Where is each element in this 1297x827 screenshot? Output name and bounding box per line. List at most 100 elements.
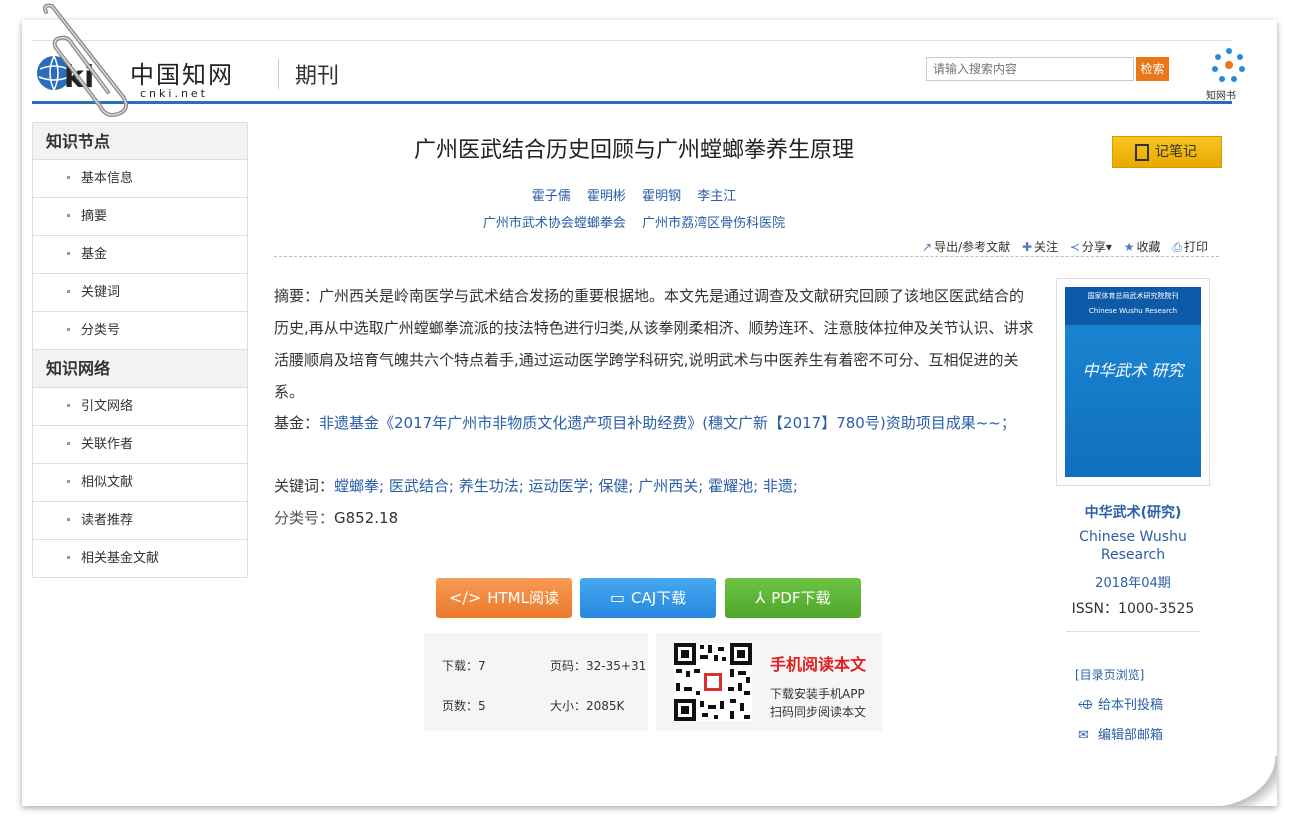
keyword-link[interactable]: 霍耀池; xyxy=(708,477,758,495)
author-link[interactable]: 霍子儒 xyxy=(532,189,571,204)
journal-cover-image: 国家体育总局武术研究院院刊 Chinese Wushu Research 中华武… xyxy=(1065,287,1201,477)
paperclip-icon xyxy=(42,3,128,117)
sidebar-item-class-number[interactable]: 分类号 xyxy=(32,312,248,350)
article-title: 广州医武结合历史回顾与广州螳螂拳养生原理 xyxy=(413,138,854,163)
keyword-link[interactable]: 广州西关; xyxy=(638,477,703,495)
code-icon: </> xyxy=(449,588,482,607)
downloads-label: 下载： xyxy=(442,659,479,673)
downloads-stat: 下载：7 xyxy=(442,657,486,674)
editor-mailbox-link[interactable]: ✉ 编辑部邮箱 xyxy=(1078,724,1163,743)
printer-icon: ⎙ xyxy=(1172,240,1182,254)
journal-issn: ISSN：1000-3525 xyxy=(1071,601,1195,617)
journal-cover[interactable]: 国家体育总局武术研究院院刊 Chinese Wushu Research 中华武… xyxy=(1056,278,1210,486)
cover-top-text: 国家体育总局武术研究院院刊 Chinese Wushu Research xyxy=(1065,287,1201,325)
class-value: G852.18 xyxy=(334,509,399,527)
author-list: 霍子儒 霍明彬 霍明钢 李主江 xyxy=(274,185,994,204)
cover-title: 中华武术 研究 xyxy=(1082,361,1184,380)
pdf-icon: ⅄ xyxy=(755,588,766,607)
journal-issue[interactable]: 2018年04期 xyxy=(1056,572,1210,591)
plus-icon: ✚ xyxy=(1021,240,1032,254)
author-link[interactable]: 霍明彬 xyxy=(587,189,626,204)
organization-link[interactable]: 广州市武术协会螳螂拳会 xyxy=(483,216,626,231)
sidebar-item-reader-recommend[interactable]: 读者推荐 xyxy=(32,502,248,540)
print-button[interactable]: ⎙ 打印 xyxy=(1172,240,1208,254)
sidebar-item-keywords[interactable]: 关键词 xyxy=(32,274,248,312)
send-icon: ⬲ xyxy=(1078,698,1093,713)
qr-code-icon[interactable] xyxy=(674,643,752,721)
file-size-label: 大小： xyxy=(550,699,587,713)
fund: 基金：非遗基金《2017年广州市非物质文化遗产项目补助经费》(穗文广新【2017… xyxy=(274,408,1036,438)
sidebar-item-citation-network[interactable]: 引文网络 xyxy=(32,388,248,426)
author-link[interactable]: 霍明钢 xyxy=(642,189,681,204)
share-icon: ≺ xyxy=(1069,240,1080,254)
sidebar-item-similar-docs[interactable]: 相似文献 xyxy=(32,464,248,502)
fund-label: 基金： xyxy=(274,414,320,432)
sidebar-group-knowledge-network: 知识网络 xyxy=(32,350,248,388)
class-number: 分类号：G852.18 xyxy=(274,504,398,532)
page-range-label: 页码： xyxy=(550,659,587,673)
page-range-value: 32-35+31 xyxy=(586,659,647,673)
pdf-download-label: PDF下载 xyxy=(771,589,831,607)
journal-name-english[interactable]: Chinese Wushu Research xyxy=(1064,528,1202,564)
page-count-value: 5 xyxy=(478,699,486,713)
export-label: 导出/参考文献 xyxy=(934,240,1011,254)
fund-link[interactable]: 非遗基金《2017年广州市非物质文化遗产项目补助经费》(穗文广新【2017】78… xyxy=(319,414,1016,432)
sidebar-item-abstract[interactable]: 摘要 xyxy=(32,198,248,236)
header-separator xyxy=(278,59,279,89)
downloads-value: 7 xyxy=(478,659,486,673)
favorite-button[interactable]: ★ 收藏 xyxy=(1124,240,1161,254)
mobile-read-line2: 扫码同步阅读本文 xyxy=(770,705,867,719)
html-read-button[interactable]: </> HTML阅读 xyxy=(436,578,572,618)
keyword-link[interactable]: 非遗; xyxy=(763,477,798,495)
follow-button[interactable]: ✚ 关注 xyxy=(1022,240,1058,254)
html-read-label: HTML阅读 xyxy=(487,589,559,607)
sidebar: 知识节点 基本信息 摘要 基金 关键词 分类号 知识网络 引文网络 关联作者 相… xyxy=(32,122,248,578)
sidebar-item-related-authors[interactable]: 关联作者 xyxy=(32,426,248,464)
section-title: 期刊 xyxy=(295,64,340,89)
toc-browse-link[interactable]: [目录页浏览] xyxy=(1075,666,1144,683)
submit-manuscript-link[interactable]: ⬲ 给本刊投稿 xyxy=(1078,694,1163,713)
file-size-stat: 大小：2085K xyxy=(550,697,624,714)
caj-download-label: CAJ下载 xyxy=(630,589,687,607)
editor-mailbox-label: 编辑部邮箱 xyxy=(1098,728,1164,743)
cover-top-line: 国家体育总局武术研究院院刊 xyxy=(1087,292,1179,300)
keyword-link[interactable]: 螳螂拳; xyxy=(334,477,384,495)
zhiwang-book-logo-icon[interactable]: 知网书 xyxy=(1204,41,1254,103)
divider xyxy=(274,256,1219,257)
keyword-link[interactable]: 保健; xyxy=(598,477,633,495)
keyword-link[interactable]: 养生功法; xyxy=(459,477,524,495)
caj-download-button[interactable]: ▭ CAJ下载 xyxy=(580,578,716,618)
book-icon: ▭ xyxy=(609,588,625,607)
keyword-link[interactable]: 运动医学; xyxy=(529,477,594,495)
search-button[interactable]: 检索 xyxy=(1136,57,1169,81)
share-button[interactable]: ≺ 分享▾ xyxy=(1070,240,1112,254)
follow-label: 关注 xyxy=(1034,240,1059,254)
article-actions: ↗ 导出/参考文献 ✚ 关注 ≺ 分享▾ ★ 收藏 ⎙ 打印 xyxy=(922,238,1216,255)
search-input[interactable] xyxy=(926,57,1134,81)
file-size-value: 2085K xyxy=(586,699,625,713)
organization-link[interactable]: 广州市荔湾区骨伤科医院 xyxy=(642,216,785,231)
cover-sub-line: Chinese Wushu Research xyxy=(1088,307,1178,315)
abstract-label: 摘要： xyxy=(274,287,320,305)
mobile-read-line1: 下载安装手机APP xyxy=(770,687,865,701)
sidebar-item-basic-info[interactable]: 基本信息 xyxy=(32,160,248,198)
submit-manuscript-label: 给本刊投稿 xyxy=(1098,698,1164,713)
keywords: 关键词：螳螂拳; 医武结合; 养生功法; 运动医学; 保健; 广州西关; 霍耀池… xyxy=(274,472,1036,500)
page-count-label: 页数： xyxy=(442,699,479,713)
favorite-label: 收藏 xyxy=(1136,240,1161,254)
sidebar-item-related-fund-docs[interactable]: 相关基金文献 xyxy=(32,540,248,578)
sidebar-item-fund[interactable]: 基金 xyxy=(32,236,248,274)
page-range-stat: 页码：32-35+31 xyxy=(550,657,646,674)
mail-icon: ✉ xyxy=(1078,728,1089,743)
header-underline xyxy=(32,101,1232,104)
abstract: 摘要：广州西关是岭南医学与武术结合发扬的重要根据地。本文先是通过调查及文献研究回… xyxy=(274,280,1036,408)
mobile-read-title: 手机阅读本文 xyxy=(770,655,867,674)
pdf-download-button[interactable]: ⅄ PDF下载 xyxy=(725,578,861,618)
class-label: 分类号： xyxy=(274,509,335,527)
author-link[interactable]: 李主江 xyxy=(697,189,736,204)
page-count-stat: 页数：5 xyxy=(442,697,486,714)
export-button[interactable]: ↗ 导出/参考文献 xyxy=(922,240,1010,254)
take-notes-button[interactable]: 记笔记 xyxy=(1112,136,1222,168)
keyword-link[interactable]: 医武结合; xyxy=(389,477,454,495)
journal-name[interactable]: 中华武术(研究) xyxy=(1056,502,1210,522)
